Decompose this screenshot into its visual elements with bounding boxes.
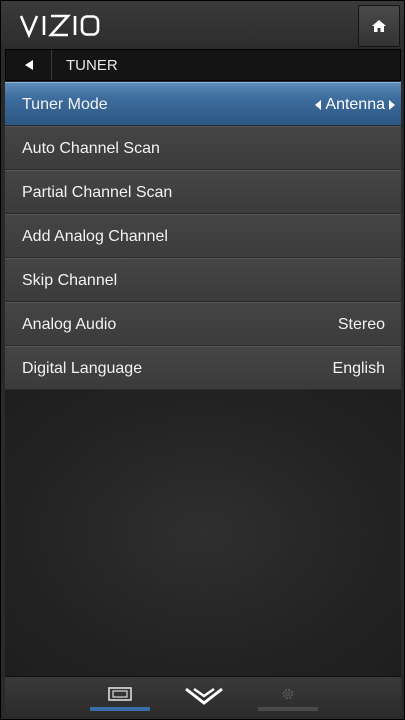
header-bar: [1, 1, 404, 49]
menu-empty-area: [5, 390, 401, 676]
vizio-chevron-icon: [185, 687, 223, 705]
home-icon: [372, 20, 386, 32]
menu-item-add-analog-channel[interactable]: Add Analog Channel: [5, 214, 401, 257]
menu-item-partial-channel-scan[interactable]: Partial Channel Scan: [5, 170, 401, 213]
nav-vizio-button[interactable]: [181, 677, 227, 719]
menu-item-label: Auto Channel Scan: [22, 140, 160, 157]
nav-screen-button[interactable]: [90, 677, 150, 719]
back-button[interactable]: [6, 50, 52, 80]
menu-item-digital-language[interactable]: Digital Language English: [5, 346, 401, 389]
nav-settings-button[interactable]: [258, 677, 318, 719]
arrow-left-icon[interactable]: [315, 99, 322, 110]
nav-inactive-indicator: [258, 707, 318, 711]
arrow-right-icon[interactable]: [389, 99, 395, 110]
menu-item-tuner-mode[interactable]: Tuner Mode Antenna: [5, 82, 401, 125]
tuner-menu-list: Tuner Mode Antenna Auto Channel Scan Par…: [5, 82, 401, 390]
nav-active-indicator: [90, 707, 150, 711]
vizio-logo: [19, 14, 100, 39]
digital-language-value: English: [332, 360, 385, 377]
menu-item-label: Skip Channel: [22, 272, 118, 289]
tuner-mode-selector[interactable]: Antenna: [315, 83, 395, 126]
gear-icon: [282, 688, 294, 700]
menu-item-skip-channel[interactable]: Skip Channel: [5, 258, 401, 301]
menu-item-label: Digital Language: [22, 360, 143, 377]
home-button[interactable]: [358, 5, 400, 47]
menu-item-auto-channel-scan[interactable]: Auto Channel Scan: [5, 126, 401, 169]
tuner-mode-value: Antenna: [325, 95, 385, 113]
menu-item-analog-audio[interactable]: Analog Audio Stereo: [5, 302, 401, 345]
menu-item-label: Partial Channel Scan: [22, 184, 173, 201]
tv-menu-window: TUNER Tuner Mode Antenna Auto Channel Sc…: [0, 0, 405, 720]
triangle-left-icon: [24, 60, 33, 70]
menu-item-label: Add Analog Channel: [22, 228, 168, 245]
menu-item-label: Analog Audio: [22, 316, 117, 333]
analog-audio-value: Stereo: [337, 316, 385, 333]
menu-title: TUNER: [66, 57, 118, 74]
menu-item-label: Tuner Mode: [22, 96, 108, 113]
bottom-nav-bar: [5, 676, 401, 719]
screen-icon: [108, 687, 132, 701]
menu-title-bar: TUNER: [5, 49, 401, 81]
